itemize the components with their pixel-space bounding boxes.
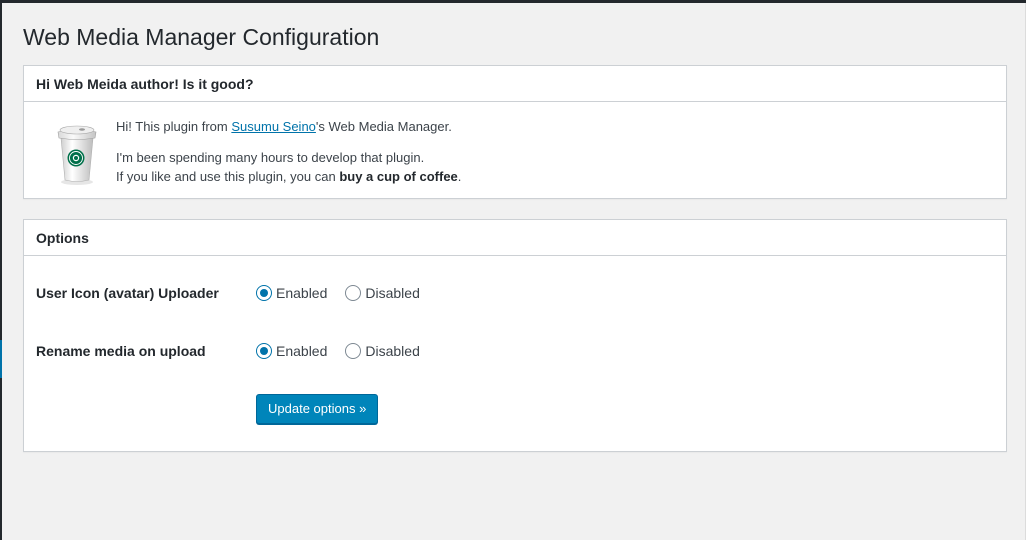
admin-menu-current-marker <box>0 340 2 378</box>
author-link[interactable]: Susumu Seino <box>231 119 316 134</box>
radio-enabled-option[interactable]: Enabled <box>256 285 327 301</box>
options-postbox-heading: Options <box>24 220 1006 256</box>
option-row-rename-media: Rename media on upload Enabled Disabled <box>36 340 736 362</box>
radio-disabled-option[interactable]: Disabled <box>345 285 420 301</box>
radio-group-rename-media: Enabled Disabled <box>256 340 438 362</box>
radio-button-checked[interactable] <box>256 285 272 301</box>
author-line-3: If you like and use this plugin, you can… <box>116 167 461 186</box>
radio-button[interactable] <box>345 285 362 301</box>
author-postbox-inside: Hi! This plugin from Susumu Seino's Web … <box>24 102 1006 198</box>
radio-button[interactable] <box>345 343 362 359</box>
radio-button-checked[interactable] <box>256 343 272 359</box>
author-message: Hi! This plugin from Susumu Seino's Web … <box>116 117 461 186</box>
option-label: User Icon (avatar) Uploader <box>36 285 219 301</box>
author-line-2: I'm been spending many hours to develop … <box>116 150 425 165</box>
author-postbox-heading: Hi Web Meida author! Is it good? <box>24 66 1006 102</box>
page-title: Web Media Manager Configuration <box>23 24 380 50</box>
radio-label: Enabled <box>276 285 328 301</box>
author-line-3-suffix: . <box>457 169 462 184</box>
admin-menu-edge <box>0 3 2 540</box>
author-line-1: Hi! This plugin from Susumu Seino's Web … <box>116 117 461 136</box>
radio-enabled-option[interactable]: Enabled <box>256 343 327 359</box>
radio-label: Enabled <box>276 343 328 359</box>
admin-bar-edge <box>0 0 1026 3</box>
update-options-button[interactable]: Update options » <box>256 394 379 424</box>
radio-label: Disabled <box>365 343 420 359</box>
coffee-emphasis: buy a cup of coffee <box>339 169 458 184</box>
radio-disabled-option[interactable]: Disabled <box>345 343 420 359</box>
author-postbox: Hi Web Meida author! Is it good? Hi! Thi… <box>23 65 1007 199</box>
author-line-1-suffix: 's Web Media Manager. <box>315 119 452 134</box>
coffee-cup-icon <box>57 125 97 185</box>
options-postbox: Options User Icon (avatar) Uploader Enab… <box>23 219 1007 452</box>
option-row-avatar-uploader: User Icon (avatar) Uploader Enabled Disa… <box>36 282 736 304</box>
radio-group-avatar-uploader: Enabled Disabled <box>256 282 438 304</box>
author-line-3-prefix: If you like and use this plugin, you can <box>116 169 340 184</box>
author-line-1-prefix: Hi! This plugin from <box>116 119 232 134</box>
radio-label: Disabled <box>365 285 420 301</box>
option-label: Rename media on upload <box>36 343 206 359</box>
